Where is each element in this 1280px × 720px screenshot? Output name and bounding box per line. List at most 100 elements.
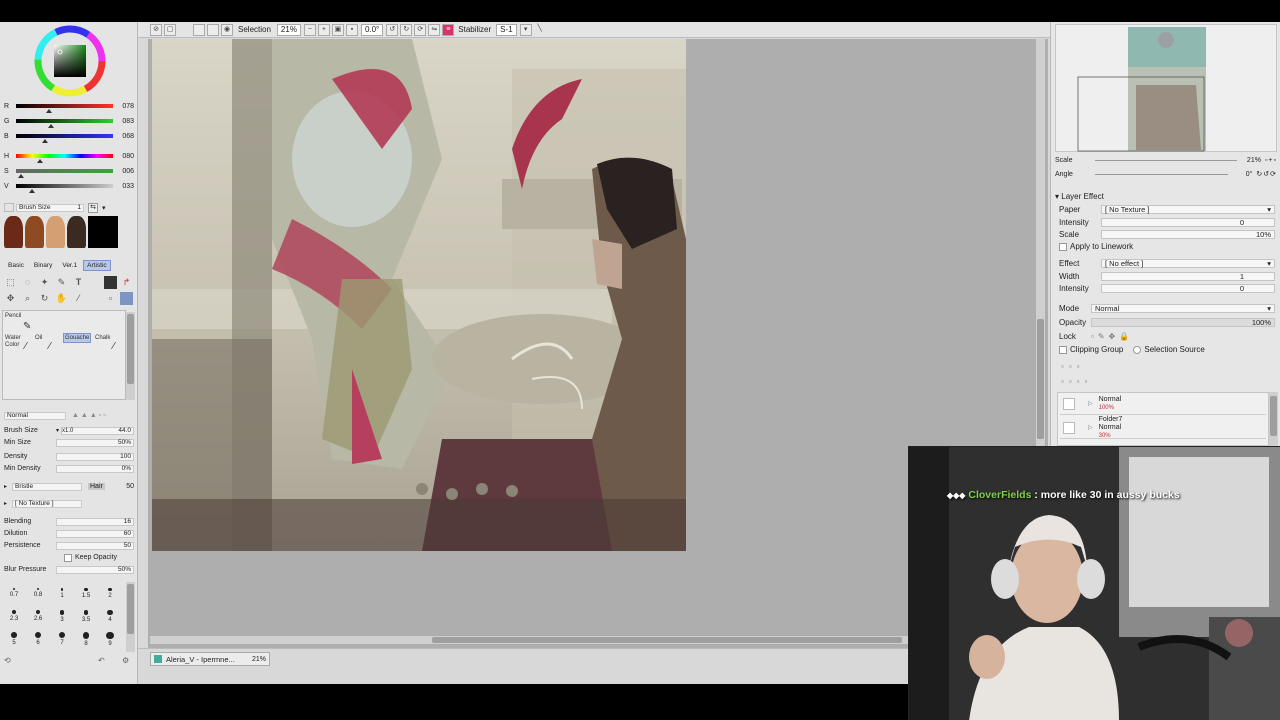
slider-thumb[interactable] bbox=[46, 109, 53, 113]
chevron-right-icon[interactable]: ▸ bbox=[4, 500, 12, 507]
color-slider-v[interactable]: V 033 bbox=[4, 180, 134, 193]
rotation-field[interactable]: 0.0° bbox=[360, 23, 384, 36]
min-size-slider[interactable]: 50% bbox=[56, 438, 134, 447]
paper-select[interactable]: [ No Texture ] ▾ bbox=[1101, 205, 1275, 214]
brush-size-mini-field[interactable]: Brush Size 1 bbox=[16, 203, 84, 212]
zoom-in-icon[interactable]: + bbox=[317, 23, 330, 36]
move-icon[interactable]: ✥ bbox=[4, 292, 17, 305]
brush-size-preset[interactable]: 0.8 bbox=[28, 588, 48, 598]
layer-opacity-slider[interactable]: 100% bbox=[1091, 318, 1275, 327]
navigator-preview[interactable] bbox=[1055, 24, 1277, 152]
document-tab[interactable]: Aleria_V - Ipermne... 21% bbox=[150, 652, 270, 666]
color-slider-h[interactable]: H 080 bbox=[4, 150, 134, 163]
line-tool-icon[interactable]: ╲ bbox=[534, 24, 546, 36]
slider-thumb[interactable] bbox=[37, 159, 44, 163]
settings-icon[interactable]: ⚙ bbox=[122, 656, 129, 665]
zoom-fit-icon[interactable]: ▣ bbox=[331, 23, 344, 36]
rotate-left-icon[interactable]: ↺ bbox=[386, 23, 399, 36]
eye-icon[interactable] bbox=[1063, 421, 1075, 434]
layer-action-icons[interactable]: ▫▫▫▫ bbox=[1061, 377, 1092, 386]
brush-oil[interactable]: Oil bbox=[35, 335, 42, 341]
effect-select[interactable]: [ No effect ] ▾ bbox=[1101, 259, 1275, 268]
brush-size-preset[interactable]: 7 bbox=[52, 632, 72, 646]
brush-size-preset[interactable]: 1.5 bbox=[76, 588, 96, 599]
color-wheel[interactable] bbox=[16, 24, 124, 98]
brush-size-preset[interactable]: 8 bbox=[76, 632, 96, 647]
zoom-reset-icon[interactable]: ▪ bbox=[345, 23, 358, 36]
color-slider-s[interactable]: S 006 bbox=[4, 165, 134, 178]
rect-select-icon[interactable]: ⬚ bbox=[4, 276, 17, 289]
undo-icon[interactable]: ↶ bbox=[98, 656, 105, 665]
secondary-color-icon[interactable] bbox=[120, 292, 133, 305]
tab-ver1[interactable]: Ver.1 bbox=[58, 260, 81, 271]
presets-scrollbar[interactable] bbox=[126, 582, 135, 652]
swatch-brown[interactable] bbox=[4, 216, 23, 248]
invert-icon[interactable] bbox=[193, 23, 205, 36]
brush-grid-scrollbar[interactable] bbox=[126, 312, 135, 400]
keep-opacity-checkbox[interactable] bbox=[64, 553, 72, 562]
rotate-right-icon[interactable]: ↻ bbox=[400, 23, 413, 36]
text-tool-icon[interactable]: T bbox=[72, 276, 85, 289]
nav-zoom-icons[interactable]: ▫+▫ bbox=[1265, 157, 1277, 164]
brush-size-preset[interactable]: 6 bbox=[28, 632, 48, 646]
eye-icon[interactable] bbox=[1063, 397, 1075, 410]
slider-thumb[interactable] bbox=[42, 139, 49, 143]
swatch-rust[interactable] bbox=[25, 216, 44, 248]
swatch-skin[interactable] bbox=[46, 216, 65, 248]
apply-linework-checkbox[interactable] bbox=[1059, 242, 1067, 251]
folder-expand-icon[interactable]: ▷ bbox=[1088, 400, 1093, 407]
color-slider-r[interactable]: R 078 bbox=[4, 100, 134, 113]
chevron-right-icon[interactable]: ▸ bbox=[4, 483, 12, 490]
color-slider-track[interactable] bbox=[15, 104, 114, 113]
brush-size-preset[interactable]: 4 bbox=[100, 610, 120, 623]
brush-size-preset[interactable]: 1 bbox=[52, 588, 72, 599]
brush-size-preset[interactable]: 2 bbox=[100, 588, 120, 599]
layer-mode-select[interactable]: Normal ▾ bbox=[1091, 304, 1275, 313]
brush-size-slider[interactable]: x1.0 44.0 bbox=[61, 426, 134, 435]
clipping-checkbox[interactable] bbox=[1059, 345, 1067, 354]
artwork-canvas[interactable] bbox=[152, 39, 686, 551]
color-slider-b[interactable]: B 068 bbox=[4, 130, 134, 143]
color-slider-track[interactable] bbox=[15, 134, 114, 143]
layer-list-scrollbar[interactable] bbox=[1269, 392, 1278, 446]
swap-arrow-icon[interactable]: ↱ bbox=[120, 276, 133, 289]
lasso-icon[interactable]: ◌ bbox=[21, 276, 34, 289]
brush-shape-icons[interactable]: ▲▲▲▫▫ bbox=[72, 412, 108, 419]
brush-size-preset[interactable]: 0.7 bbox=[4, 588, 24, 598]
stabilizer-field[interactable]: S-1 bbox=[496, 23, 517, 36]
lock-options-icons[interactable]: ▫✎✥🔒 bbox=[1091, 332, 1133, 341]
swap-colors-icon[interactable]: ⇆ bbox=[88, 202, 98, 213]
zoom-out-icon[interactable]: − bbox=[303, 23, 316, 36]
chevron-down-icon[interactable]: ▾ bbox=[56, 427, 59, 434]
slider-thumb[interactable] bbox=[28, 189, 35, 193]
nav-rotate-icons[interactable]: ↻↺⟳ bbox=[1256, 170, 1277, 178]
flip-icon[interactable]: ⇋ bbox=[428, 23, 441, 36]
brush-size-preset[interactable]: 3 bbox=[52, 610, 72, 623]
texture-select[interactable]: [ No Texture ] bbox=[12, 499, 82, 508]
swatch-black[interactable] bbox=[88, 216, 118, 248]
brush-chalk[interactable]: Chalk bbox=[95, 335, 110, 341]
transparent-color-icon[interactable]: ▫ bbox=[104, 292, 117, 305]
blur-pressure-slider[interactable]: 50% bbox=[56, 565, 134, 574]
rotate-icon[interactable]: ↻ bbox=[38, 292, 51, 305]
brush-size-preset[interactable]: 2.3 bbox=[4, 610, 24, 622]
zoom-field[interactable]: 21% bbox=[276, 23, 301, 36]
select-all-icon[interactable]: ▢ bbox=[164, 23, 176, 36]
slider-thumb[interactable] bbox=[17, 174, 24, 178]
layer-item[interactable]: ▷ Normal 100% bbox=[1060, 393, 1266, 415]
brush-gouache[interactable]: Gouache bbox=[63, 333, 92, 343]
layer-item[interactable]: ▷ Folder7 Normal 30% bbox=[1060, 416, 1266, 439]
selection-source-radio[interactable] bbox=[1133, 345, 1142, 354]
deselect-icon[interactable]: ⊘ bbox=[150, 23, 162, 36]
flip-horizontal-icon[interactable]: ≡ bbox=[442, 23, 455, 36]
paper-intensity-slider[interactable]: 0 bbox=[1101, 218, 1275, 227]
color-slider-track[interactable] bbox=[15, 154, 114, 163]
color-slider-track[interactable] bbox=[15, 169, 114, 178]
hand-icon[interactable]: ✋ bbox=[55, 292, 68, 305]
color-slider-track[interactable] bbox=[15, 119, 114, 128]
magic-wand-icon[interactable]: ✦ bbox=[38, 276, 51, 289]
selection-pen-icon[interactable]: ✎ bbox=[55, 276, 68, 289]
eye-icon[interactable]: ◉ bbox=[221, 23, 233, 36]
bristle-select[interactable]: Bristle bbox=[12, 482, 82, 491]
layer-effect-header[interactable]: ▾ Layer Effect bbox=[1055, 192, 1104, 201]
